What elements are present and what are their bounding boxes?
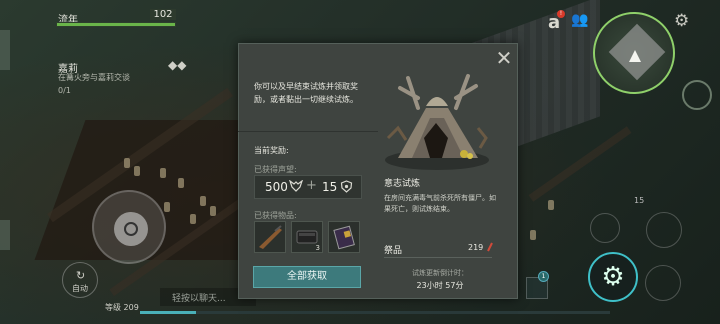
items-label: 已获得物品: (254, 211, 297, 220)
player-arrow-icon (629, 50, 641, 62)
claim-all-button[interactable]: 全部获取 (253, 266, 361, 288)
xp-bar (140, 311, 610, 314)
map-toggle-button[interactable] (682, 80, 712, 110)
divider (384, 257, 492, 258)
trial-artwork (378, 68, 496, 172)
plus-sign: + (306, 178, 317, 193)
joystick-knob[interactable] (114, 212, 148, 246)
xp-bar-fill (140, 311, 197, 314)
social-icon[interactable]: 👥 (571, 12, 588, 28)
book-icon (333, 225, 355, 250)
health-value: 102 (150, 9, 176, 20)
auto-icon: ↻ (76, 269, 86, 282)
refresh-countdown: 23小时 57分 (416, 281, 464, 290)
movement-joystick[interactable] (92, 190, 166, 264)
reward-slot-case[interactable]: 3 (291, 221, 323, 253)
skill-button[interactable] (646, 212, 682, 248)
reward-slot-book[interactable] (328, 221, 360, 253)
reward-header: 当前奖励: (254, 146, 289, 155)
blood-drop-icon (486, 242, 494, 255)
trial-title: 意志试炼 (384, 179, 421, 189)
reward-slot-rifle[interactable] (254, 221, 286, 253)
quest-progress: 0/1 (58, 86, 71, 95)
auto-label: 自动 (72, 284, 88, 293)
prestige-value: 500 (265, 180, 288, 194)
crouch-button[interactable] (645, 265, 681, 301)
notification-badge: ! (557, 10, 565, 18)
slot-qty: 3 (315, 244, 320, 252)
item-count-badge: 1 (538, 271, 549, 282)
action-gear-icon[interactable]: ⚙ (588, 252, 638, 302)
joystick-center-icon (124, 222, 138, 236)
offering-value: 219 (468, 243, 484, 252)
health-bar (56, 22, 176, 27)
quest-description: 在篝火旁与嘉莉交谈 (58, 73, 130, 82)
prestige-label: 已获得声望: (254, 165, 297, 174)
minimap[interactable] (593, 12, 675, 94)
ammo-count: 15 (634, 196, 645, 205)
dialog-intro: 你可以及早结束试炼并领取奖励，或者黏出一切继续试炼。 (254, 82, 358, 104)
divider (238, 131, 378, 132)
offering-label: 祭品 (384, 246, 403, 256)
shield-icon (340, 180, 353, 196)
quest-marker-icon: ◆◆ (168, 58, 187, 72)
settings-icon[interactable]: ⚙ (674, 11, 689, 31)
close-icon[interactable]: ✕ (495, 48, 513, 68)
level-label: 等级 209 (105, 303, 139, 312)
wolf-icon (288, 179, 304, 195)
trial-description: 在房间充满毒气前杀死所有僵尸。如果死亡，则试炼结束。 (384, 194, 496, 213)
target-button[interactable] (590, 213, 620, 243)
refresh-countdown-label: 试炼更新倒计时： (412, 269, 468, 277)
auto-button[interactable]: ↻ 自动 (62, 262, 98, 298)
prestige-bonus-value: 15 (322, 180, 338, 194)
rifle-icon (259, 225, 282, 249)
health-bar-fill (57, 23, 175, 26)
